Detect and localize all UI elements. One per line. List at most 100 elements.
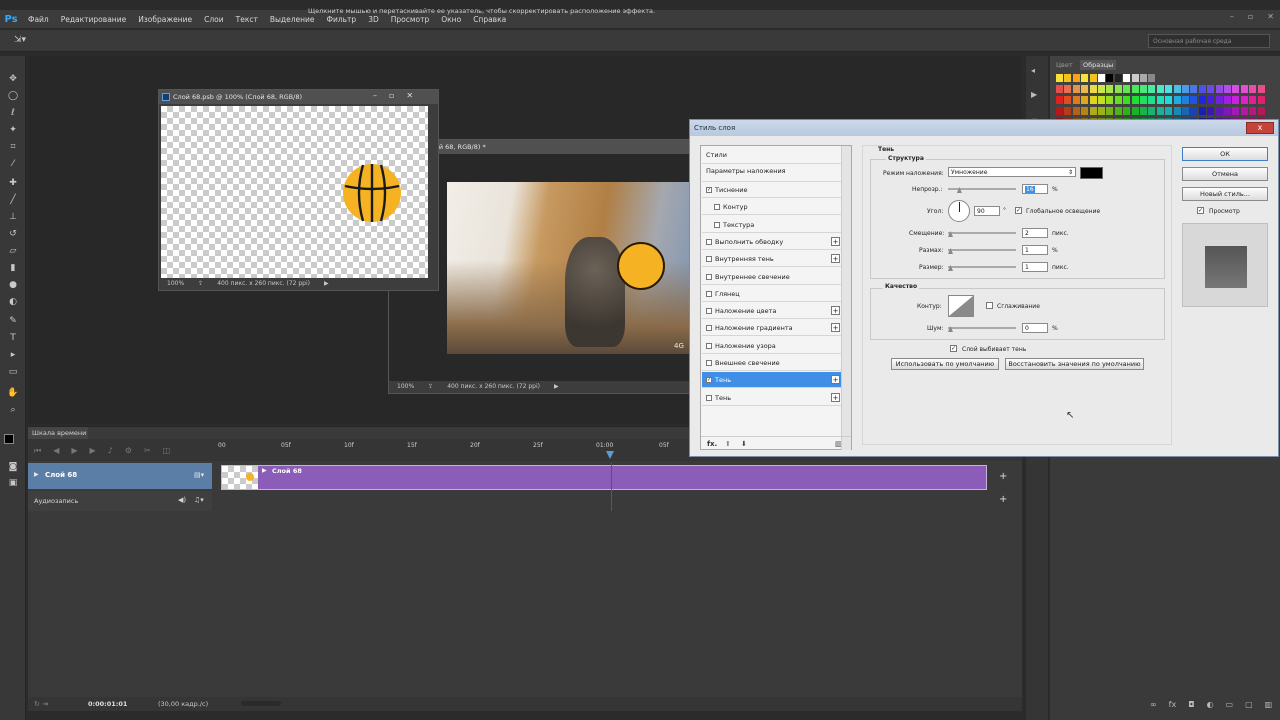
- color-swatch[interactable]: [1131, 74, 1139, 82]
- distance-slider[interactable]: [948, 232, 1016, 234]
- color-swatch[interactable]: [1056, 85, 1063, 93]
- add-effect-icon[interactable]: +: [831, 392, 840, 402]
- style-item[interactable]: Внутренняя тень +: [702, 251, 842, 268]
- move-icon[interactable]: ✥: [5, 72, 21, 86]
- add-effect-icon[interactable]: +: [831, 306, 840, 316]
- workspace-select[interactable]: Основная рабочая среда: [1148, 34, 1270, 48]
- minimize-icon[interactable]: –: [373, 91, 377, 100]
- color-swatch[interactable]: [1140, 74, 1147, 82]
- blend-mode-select[interactable]: Умножение ⇕: [948, 167, 1076, 177]
- color-swatch[interactable]: [1207, 96, 1215, 104]
- folder-icon[interactable]: ▭: [1226, 700, 1234, 709]
- style-item[interactable]: Внутреннее свечение: [702, 269, 842, 285]
- menu-window[interactable]: Окно: [435, 15, 467, 24]
- color-swatch[interactable]: [1131, 107, 1139, 115]
- color-swatch[interactable]: [1098, 74, 1105, 82]
- eraser-icon[interactable]: ▱: [5, 244, 21, 258]
- dodge-icon[interactable]: ◐: [5, 295, 21, 309]
- color-swatch[interactable]: [1106, 96, 1114, 104]
- style-item[interactable]: ✓ Тиснение: [702, 182, 842, 198]
- color-swatch[interactable]: [1257, 96, 1265, 104]
- fx-icon[interactable]: fx: [1169, 700, 1177, 709]
- color-swatch[interactable]: [1106, 85, 1114, 93]
- color-swatch[interactable]: [1215, 96, 1223, 104]
- add-audio-icon[interactable]: +: [999, 494, 1007, 505]
- style-item-checkbox[interactable]: [706, 273, 712, 280]
- angle-input[interactable]: 90: [974, 206, 1000, 216]
- color-swatch[interactable]: [1257, 85, 1265, 93]
- film-icon[interactable]: ▤▾: [194, 471, 204, 479]
- style-item[interactable]: Контур: [702, 199, 842, 216]
- blur-icon[interactable]: ●: [5, 278, 21, 292]
- style-item-checkbox[interactable]: [714, 221, 720, 228]
- play-icon[interactable]: ▶: [71, 446, 77, 456]
- add-media-icon[interactable]: +: [999, 471, 1007, 482]
- color-swatch[interactable]: [1081, 74, 1089, 82]
- spread-slider[interactable]: [948, 249, 1016, 251]
- menu-edit[interactable]: Редактирование: [55, 15, 132, 24]
- color-swatch[interactable]: [1148, 96, 1156, 104]
- gradient-icon[interactable]: ▮: [5, 261, 21, 275]
- tab-timeline[interactable]: Шкала времени: [28, 427, 88, 439]
- opacity-input[interactable]: 16: [1022, 184, 1048, 194]
- color-swatch[interactable]: [1198, 107, 1206, 115]
- color-swatch[interactable]: [1156, 107, 1164, 115]
- add-effect-icon[interactable]: +: [831, 375, 840, 385]
- color-swatch[interactable]: [1165, 96, 1173, 104]
- history-brush-icon[interactable]: ↺: [5, 227, 21, 241]
- color-swatch[interactable]: [1089, 107, 1097, 115]
- color-swatch[interactable]: [1232, 96, 1240, 104]
- stamp-icon[interactable]: ⊥: [5, 210, 21, 224]
- color-swatch[interactable]: [1123, 85, 1131, 93]
- style-item[interactable]: Выполнить обводку +: [702, 234, 842, 250]
- color-swatch[interactable]: [1240, 107, 1248, 115]
- style-item-checkbox[interactable]: ✓: [706, 377, 712, 384]
- dialog-title[interactable]: Стиль слоя: [690, 120, 1278, 136]
- menu-layers[interactable]: Слои: [198, 15, 230, 24]
- color-swatch[interactable]: [1089, 85, 1097, 93]
- move-up-icon[interactable]: ⬆: [725, 440, 731, 448]
- color-swatch[interactable]: [1198, 85, 1206, 93]
- shape-icon[interactable]: ▭: [5, 365, 21, 379]
- new-layer-icon[interactable]: ▢: [1245, 700, 1253, 709]
- style-item[interactable]: Наложение градиента +: [702, 320, 842, 337]
- screen-mode-icon[interactable]: ▣: [5, 476, 21, 490]
- color-swatch[interactable]: [1182, 107, 1189, 115]
- color-swatch[interactable]: [1190, 107, 1198, 115]
- move-tool-icon[interactable]: ⇲▾: [14, 35, 26, 45]
- color-swatch[interactable]: [1081, 96, 1089, 104]
- trash-icon[interactable]: ▥: [1265, 700, 1273, 709]
- color-swatch[interactable]: [1140, 85, 1147, 93]
- style-item-checkbox[interactable]: [706, 325, 712, 332]
- style-item-checkbox[interactable]: ✓: [706, 187, 712, 193]
- color-swatch[interactable]: [1173, 85, 1181, 93]
- share-icon[interactable]: ⇪: [428, 380, 433, 394]
- color-swatch[interactable]: [1165, 85, 1173, 93]
- style-item-checkbox[interactable]: [706, 342, 712, 349]
- color-swatch[interactable]: [1131, 85, 1139, 93]
- noise-slider[interactable]: [948, 327, 1016, 329]
- style-item[interactable]: ✓ Тень +: [702, 372, 842, 389]
- color-swatch[interactable]: [1106, 74, 1114, 82]
- crop-icon[interactable]: ⌗: [5, 140, 21, 154]
- styles-header[interactable]: Стили: [702, 146, 842, 164]
- mask-icon[interactable]: ◘: [1188, 700, 1194, 709]
- menu-image[interactable]: Изображение: [132, 15, 198, 24]
- opacity-slider[interactable]: [948, 188, 1016, 190]
- color-swatch[interactable]: [1148, 107, 1156, 115]
- video-clip[interactable]: ▶ Слой 68: [221, 465, 987, 490]
- color-swatch[interactable]: [1215, 85, 1223, 93]
- link-icon[interactable]: ∞: [1150, 700, 1157, 709]
- color-swatch[interactable]: [1114, 107, 1122, 115]
- color-swatch[interactable]: [1106, 107, 1114, 115]
- color-swatch[interactable]: [1072, 107, 1080, 115]
- color-swatch[interactable]: [1207, 85, 1215, 93]
- styles-scrollbar[interactable]: [841, 146, 851, 450]
- angle-dial[interactable]: [948, 200, 970, 222]
- settings-icon[interactable]: ⚙: [125, 446, 132, 456]
- hand-icon[interactable]: ✋: [5, 386, 21, 400]
- menu-filter[interactable]: Фильтр: [321, 15, 363, 24]
- cancel-button[interactable]: Отмена: [1182, 167, 1268, 181]
- color-swatch[interactable]: [1156, 85, 1164, 93]
- color-swatch[interactable]: [1249, 107, 1257, 115]
